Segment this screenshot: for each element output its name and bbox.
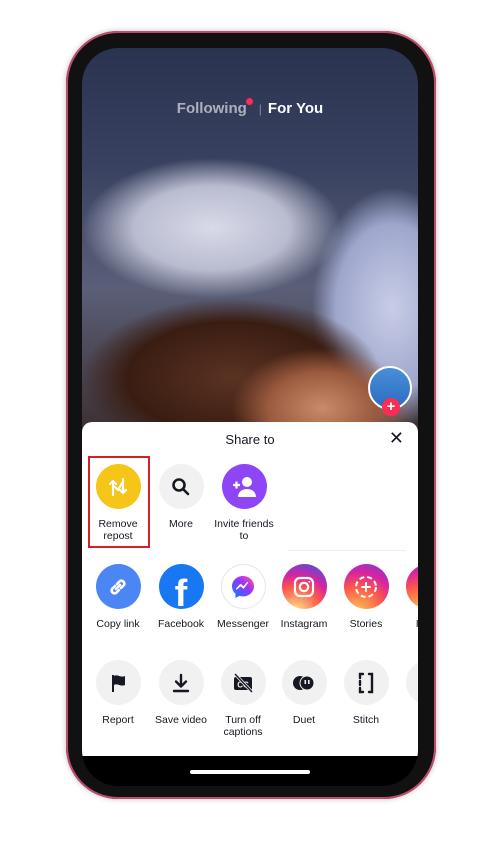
label: Messenger xyxy=(217,618,269,630)
label: Copy link xyxy=(96,618,140,630)
save-video-button[interactable]: Save video xyxy=(150,660,212,726)
stories-icon xyxy=(343,564,389,609)
label: Turn off captions xyxy=(223,714,263,738)
home-indicator[interactable] xyxy=(190,770,310,774)
share-sheet: Share to ✕ Remove repost More Invite fri… xyxy=(82,422,418,756)
label: Duet xyxy=(292,714,316,726)
label: Ins D xyxy=(415,618,418,630)
label: Stories xyxy=(349,618,383,630)
duet-icon xyxy=(281,660,327,705)
more-button[interactable]: More xyxy=(150,464,212,530)
label: Invite friends to xyxy=(214,518,274,542)
add-user-icon xyxy=(221,464,267,509)
instagram-direct-icon xyxy=(405,564,418,609)
messenger-icon xyxy=(220,564,266,609)
share-sheet-title: Share to xyxy=(225,432,275,447)
label: More xyxy=(169,518,193,530)
label: Report xyxy=(102,714,134,726)
captions-off-icon: CC xyxy=(220,660,266,705)
more-icon xyxy=(405,660,418,705)
duet-button[interactable]: Duet xyxy=(273,660,335,726)
report-button[interactable]: Report xyxy=(87,660,149,726)
divider: | xyxy=(258,102,262,116)
link-icon xyxy=(95,564,141,609)
instagram-icon xyxy=(281,564,327,609)
messenger-button[interactable]: Messenger xyxy=(212,564,274,630)
stories-button[interactable]: Stories xyxy=(335,564,397,630)
close-icon[interactable]: ✕ xyxy=(389,428,404,449)
creator-avatar[interactable]: + xyxy=(368,366,412,416)
stitch-icon xyxy=(343,660,389,705)
divider xyxy=(288,550,406,551)
repost-icon xyxy=(95,464,141,509)
follow-plus-icon[interactable]: + xyxy=(382,398,400,416)
copy-link-button[interactable]: Copy link xyxy=(87,564,149,630)
more-options-button[interactable]: C s xyxy=(397,660,418,726)
tab-for-you[interactable]: For You xyxy=(268,100,323,117)
tab-following[interactable]: Following xyxy=(177,100,247,117)
label: Remove repost xyxy=(98,518,138,542)
instagram-direct-button[interactable]: Ins D xyxy=(397,564,418,630)
turn-off-captions-button[interactable]: CC Turn off captions xyxy=(212,660,274,738)
label: C s xyxy=(397,714,418,726)
instagram-button[interactable]: Instagram xyxy=(273,564,335,630)
flag-icon xyxy=(95,660,141,705)
label: Instagram xyxy=(280,618,328,630)
remove-repost-button[interactable]: Remove repost xyxy=(87,464,149,542)
feed-tabs: Following | For You xyxy=(82,98,418,117)
label: Stitch xyxy=(352,714,380,726)
stitch-button[interactable]: Stitch xyxy=(335,660,397,726)
download-icon xyxy=(158,660,204,705)
search-icon xyxy=(158,464,204,509)
invite-friends-button[interactable]: Invite friends to xyxy=(213,464,275,542)
label: Save video xyxy=(155,714,207,726)
label: Facebook xyxy=(157,618,205,630)
facebook-icon: f xyxy=(158,564,204,609)
phone-screen: Following | For You + Share to ✕ Remove re… xyxy=(82,48,418,786)
notification-dot xyxy=(245,98,253,105)
facebook-button[interactable]: f Facebook xyxy=(150,564,212,630)
